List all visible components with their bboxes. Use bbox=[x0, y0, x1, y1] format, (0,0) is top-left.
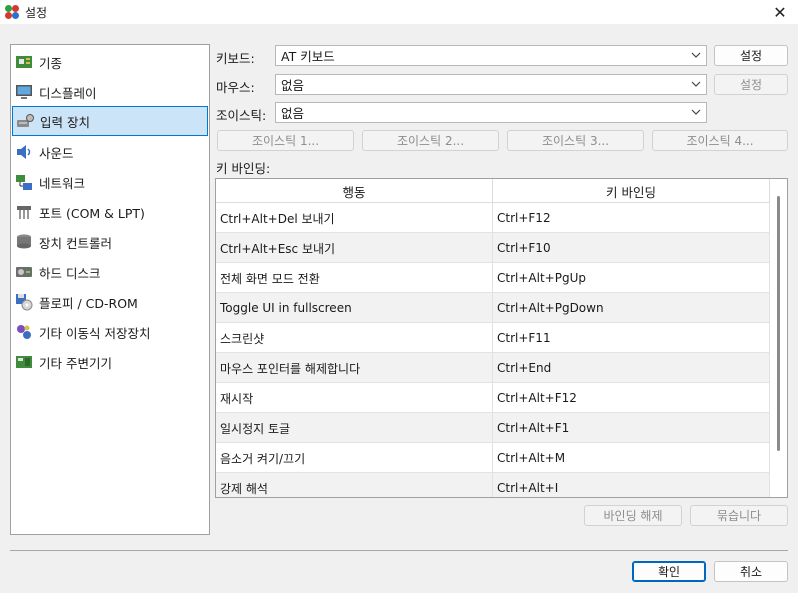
category-label: 네트워크 bbox=[39, 175, 86, 191]
category-item-controllers[interactable]: 장치 컨트롤러 bbox=[12, 227, 208, 257]
category-label: 사운드 bbox=[39, 145, 74, 161]
key-binding-cell: Ctrl+F10 bbox=[493, 233, 770, 263]
mouse-settings-button[interactable]: 설정 bbox=[714, 74, 788, 95]
key-binding-cell: Ctrl+Alt+PgUp bbox=[493, 263, 770, 293]
port-icon bbox=[17, 206, 31, 219]
chevron-down-icon bbox=[691, 109, 701, 115]
close-window-button[interactable]: ✕ bbox=[766, 0, 794, 24]
controller-icon bbox=[17, 234, 31, 249]
column-header-action[interactable]: 행동 bbox=[216, 179, 493, 203]
floppy-cdrom-icon bbox=[16, 294, 33, 311]
category-label: 하드 디스크 bbox=[39, 265, 101, 281]
table-row[interactable]: 마우스 포인터를 해제합니다 Ctrl+End bbox=[216, 353, 770, 383]
hard-disk-icon bbox=[16, 267, 32, 277]
category-list: 기종 디스플레이 입력 장치 사운드 네트워크 포트 (COM & LPT) 장… bbox=[10, 44, 210, 535]
joystick-2-button[interactable]: 조이스틱 2... bbox=[362, 130, 499, 151]
mouse-select-value: 없음 bbox=[281, 78, 305, 93]
category-item-ports[interactable]: 포트 (COM & LPT) bbox=[12, 197, 208, 227]
scrollbar-thumb[interactable] bbox=[777, 196, 780, 451]
category-label: 기타 이동식 저장장치 bbox=[39, 325, 151, 341]
joystick-4-button[interactable]: 조이스틱 4... bbox=[652, 130, 788, 151]
key-binding-cell: Ctrl+Alt+F1 bbox=[493, 413, 770, 443]
vertical-scrollbar[interactable] bbox=[770, 179, 787, 497]
key-binding-cell: Ctrl+Alt+F12 bbox=[493, 383, 770, 413]
speaker-icon bbox=[17, 145, 31, 159]
input-device-icon bbox=[17, 114, 34, 127]
key-binding-cell: Ctrl+F11 bbox=[493, 323, 770, 353]
column-header-key-binding[interactable]: 키 바인딩 bbox=[493, 179, 770, 203]
key-binding-cell: Ctrl+F12 bbox=[493, 203, 770, 233]
keyboard-select-value: AT 키보드 bbox=[281, 49, 335, 64]
chevron-down-icon bbox=[691, 81, 701, 87]
keyboard-label: 키보드: bbox=[216, 51, 255, 66]
action-cell: Ctrl+Alt+Esc 보내기 bbox=[216, 233, 493, 263]
app-icon bbox=[5, 5, 19, 19]
table-row[interactable]: 재시작 Ctrl+Alt+F12 bbox=[216, 383, 770, 413]
action-cell: 재시작 bbox=[216, 383, 493, 413]
action-cell: 강제 해석 bbox=[216, 473, 493, 497]
category-item-removable-storage[interactable]: 기타 이동식 저장장치 bbox=[12, 317, 208, 347]
keyboard-select[interactable]: AT 키보드 bbox=[275, 45, 707, 66]
key-bindings-label: 키 바인딩: bbox=[216, 161, 271, 176]
key-bindings-table: 행동 키 바인딩 Ctrl+Alt+Del 보내기 Ctrl+F12 Ctrl+… bbox=[215, 178, 788, 498]
bind-button[interactable]: 묶습니다 bbox=[690, 505, 788, 526]
category-label: 장치 컨트롤러 bbox=[39, 235, 112, 251]
joystick-3-button[interactable]: 조이스틱 3... bbox=[507, 130, 644, 151]
unbind-button[interactable]: 바인딩 해제 bbox=[584, 505, 682, 526]
category-label: 플로피 / CD-ROM bbox=[39, 295, 138, 311]
category-label: 기타 주변기기 bbox=[39, 355, 112, 371]
table-row[interactable]: 음소거 켜기/끄기 Ctrl+Alt+M bbox=[216, 443, 770, 473]
action-cell: 스크린샷 bbox=[216, 323, 493, 353]
key-binding-cell: Ctrl+End bbox=[493, 353, 770, 383]
action-cell: Ctrl+Alt+Del 보내기 bbox=[216, 203, 493, 233]
keyboard-settings-button[interactable]: 설정 bbox=[714, 45, 788, 66]
joystick-select-value: 없음 bbox=[281, 106, 305, 121]
removable-storage-icon bbox=[17, 325, 31, 339]
action-cell: 일시정지 토글 bbox=[216, 413, 493, 443]
cancel-button[interactable]: 취소 bbox=[714, 561, 788, 582]
table-row[interactable]: Ctrl+Alt+Del 보내기 Ctrl+F12 bbox=[216, 203, 770, 233]
category-item-sound[interactable]: 사운드 bbox=[12, 137, 208, 167]
category-label: 입력 장치 bbox=[40, 114, 90, 130]
category-label: 디스플레이 bbox=[39, 85, 97, 101]
motherboard-icon bbox=[16, 56, 32, 68]
category-item-network[interactable]: 네트워크 bbox=[12, 167, 208, 197]
category-item-hard-disks[interactable]: 하드 디스크 bbox=[12, 257, 208, 287]
table-header: 행동 키 바인딩 bbox=[216, 179, 770, 203]
title-bar: 설정 ✕ bbox=[0, 0, 798, 24]
table-row[interactable]: 일시정지 토글 Ctrl+Alt+F1 bbox=[216, 413, 770, 443]
category-item-display[interactable]: 디스플레이 bbox=[12, 77, 208, 107]
key-binding-cell: Ctrl+Alt+M bbox=[493, 443, 770, 473]
key-binding-cell: Ctrl+Alt+I bbox=[493, 473, 770, 497]
peripherals-icon bbox=[16, 356, 32, 368]
table-row[interactable]: Toggle UI in fullscreen Ctrl+Alt+PgDown bbox=[216, 293, 770, 323]
network-icon bbox=[16, 175, 32, 190]
joystick-select[interactable]: 없음 bbox=[275, 102, 707, 123]
ok-button[interactable]: 확인 bbox=[632, 561, 706, 582]
category-item-machine[interactable]: 기종 bbox=[12, 47, 208, 77]
action-cell: 음소거 켜기/끄기 bbox=[216, 443, 493, 473]
category-label: 기종 bbox=[39, 55, 63, 71]
category-item-floppy-cdrom[interactable]: 플로피 / CD-ROM bbox=[12, 287, 208, 317]
action-cell: 마우스 포인터를 해제합니다 bbox=[216, 353, 493, 383]
mouse-label: 마우스: bbox=[216, 80, 255, 95]
mouse-select[interactable]: 없음 bbox=[275, 74, 707, 95]
action-cell: Toggle UI in fullscreen bbox=[216, 293, 493, 323]
category-item-input-devices[interactable]: 입력 장치 bbox=[12, 106, 208, 136]
table-row[interactable]: 전체 화면 모드 전환 Ctrl+Alt+PgUp bbox=[216, 263, 770, 293]
table-row[interactable]: 스크린샷 Ctrl+F11 bbox=[216, 323, 770, 353]
action-cell: 전체 화면 모드 전환 bbox=[216, 263, 493, 293]
key-binding-cell: Ctrl+Alt+PgDown bbox=[493, 293, 770, 323]
table-row[interactable]: 강제 해석 Ctrl+Alt+I bbox=[216, 473, 770, 497]
joystick-label: 조이스틱: bbox=[216, 108, 267, 123]
chevron-down-icon bbox=[691, 52, 701, 58]
joystick-1-button[interactable]: 조이스틱 1... bbox=[217, 130, 354, 151]
footer-divider bbox=[10, 550, 788, 551]
category-label: 포트 (COM & LPT) bbox=[39, 205, 145, 221]
table-row[interactable]: Ctrl+Alt+Esc 보내기 Ctrl+F10 bbox=[216, 233, 770, 263]
category-item-other-peripherals[interactable]: 기타 주변기기 bbox=[12, 347, 208, 377]
display-icon bbox=[16, 85, 32, 99]
window-title: 설정 bbox=[25, 6, 48, 20]
